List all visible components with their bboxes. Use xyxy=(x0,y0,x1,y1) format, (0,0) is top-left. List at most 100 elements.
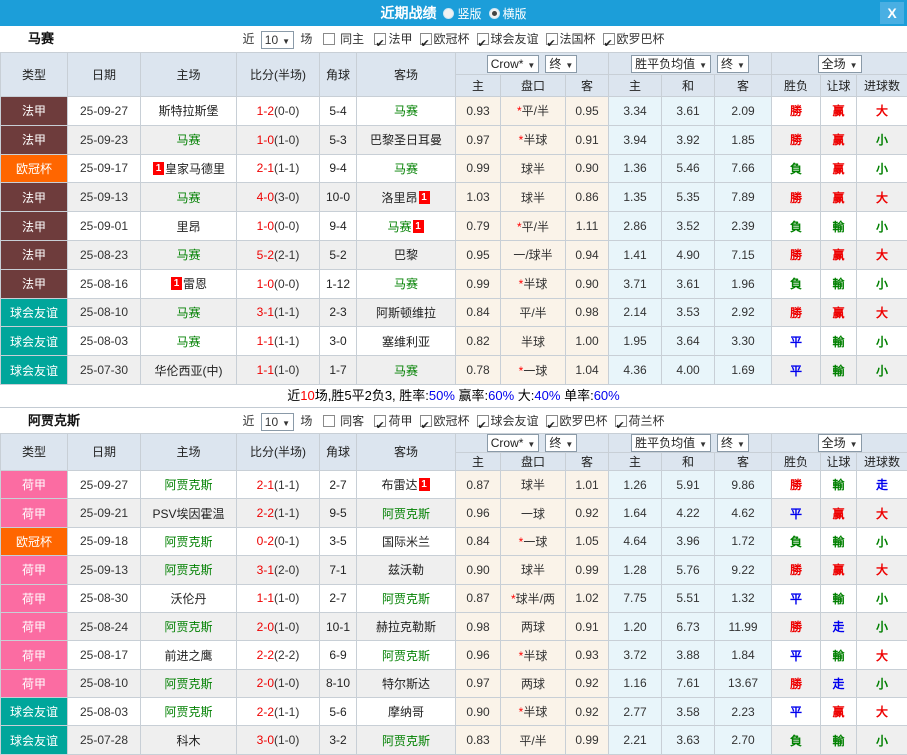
mean-away-odds: 4.62 xyxy=(715,499,772,527)
match-row: 球会友谊25-08-03阿贾克斯2-2(1-1)5-6摩纳哥0.90*半球0.9… xyxy=(1,698,907,726)
type-cell: 荷甲 xyxy=(1,669,68,697)
away-team-cell: 巴黎圣日耳曼 xyxy=(357,125,456,154)
handicap-line: 球半 xyxy=(501,183,566,212)
scope-select[interactable]: 全场▼ xyxy=(818,434,862,452)
mean-select[interactable]: 胜平负均值▼ xyxy=(631,434,711,452)
match-count-select[interactable]: 10▼ xyxy=(261,413,294,431)
mean-away-odds: 1.96 xyxy=(715,269,772,298)
league-checkbox[interactable] xyxy=(420,33,432,45)
fulltime-score: 3-0 xyxy=(257,733,274,747)
layout-radio[interactable] xyxy=(443,8,454,19)
scope-select[interactable]: 全场▼ xyxy=(818,55,862,73)
subcol-mean-draw: 和 xyxy=(662,452,715,470)
league-checkbox-label: 法国杯 xyxy=(560,32,596,46)
mean-home-odds: 1.64 xyxy=(609,499,662,527)
team-label: 阿斯顿维拉 xyxy=(376,306,436,320)
results-table: 类型 日期 主场 比分(半场) 角球 客场 Crow*▼ 终▼ 胜平负均值▼ 终… xyxy=(0,433,907,755)
league-checkbox[interactable] xyxy=(477,33,489,45)
away-team-cell: 布雷达1 xyxy=(357,470,456,498)
layout-radio[interactable] xyxy=(489,8,500,19)
score-cell: 1-1(1-1) xyxy=(237,327,320,356)
bookmaker-select[interactable]: Crow*▼ xyxy=(487,434,540,452)
date-cell: 25-08-24 xyxy=(68,612,141,640)
score-cell: 2-0(1-0) xyxy=(237,612,320,640)
result-handicap: 輸 xyxy=(821,269,857,298)
type-cell: 球会友谊 xyxy=(1,726,68,754)
mean-select[interactable]: 胜平负均值▼ xyxy=(631,55,711,73)
red-card-badge: 1 xyxy=(153,162,164,175)
league-checkbox[interactable] xyxy=(546,415,558,427)
same-venue-checkbox[interactable] xyxy=(323,415,335,427)
final-mean-select[interactable]: 终▼ xyxy=(717,434,749,452)
league-checkbox[interactable] xyxy=(374,33,386,45)
mean-away-odds: 7.15 xyxy=(715,240,772,269)
result-winloss: 負 xyxy=(772,527,821,555)
bookmaker-select[interactable]: Crow*▼ xyxy=(487,55,540,73)
col-away: 客场 xyxy=(357,433,456,470)
col-corner: 角球 xyxy=(320,433,357,470)
matches-label: 场 xyxy=(300,414,312,428)
team-label: 马赛 xyxy=(394,364,418,378)
away-team-cell: 马赛 xyxy=(357,356,456,385)
league-checkbox[interactable] xyxy=(615,415,627,427)
final-mean-select[interactable]: 终▼ xyxy=(717,55,749,73)
league-checkbox[interactable] xyxy=(546,33,558,45)
team-label: 阿贾克斯 xyxy=(164,677,212,691)
team-label: 科木 xyxy=(176,734,200,748)
league-checkbox[interactable] xyxy=(374,415,386,427)
score-cell: 4-0(3-0) xyxy=(237,183,320,212)
subcol-mean-home: 主 xyxy=(609,75,662,97)
result-winloss: 勝 xyxy=(772,612,821,640)
handicap-line: 半球 xyxy=(501,327,566,356)
mean-draw-odds: 3.64 xyxy=(662,327,715,356)
date-cell: 25-09-21 xyxy=(68,499,141,527)
filter-bar: 近 10▼ 场 同主 法甲欧冠杯球会友谊法国杯欧罗巴杯 xyxy=(0,26,907,52)
corner-cell: 5-2 xyxy=(320,240,357,269)
close-button[interactable]: X xyxy=(880,2,904,24)
early-odds-star-icon: * xyxy=(517,104,522,118)
final-odds-select[interactable]: 终▼ xyxy=(545,55,577,73)
handicap-home-odds: 0.93 xyxy=(456,97,501,126)
mean-group-header: 胜平负均值▼ 终▼ xyxy=(609,433,772,452)
halftime-score: (1-0) xyxy=(274,676,299,690)
titlebar: 近期战绩 竖版横版 X xyxy=(0,0,907,26)
summary-segment: 赢率: xyxy=(455,388,488,403)
halftime-score: (0-1) xyxy=(274,534,299,548)
team-label: 斯特拉斯堡 xyxy=(158,104,218,118)
result-handicap: 輸 xyxy=(821,527,857,555)
same-venue-checkbox[interactable] xyxy=(323,33,335,45)
dropdown-arrow-icon: ▼ xyxy=(565,61,573,70)
match-count-select[interactable]: 10▼ xyxy=(261,31,294,49)
team-label: 阿贾克斯 xyxy=(164,478,212,492)
fulltime-score: 1-1 xyxy=(257,363,274,377)
result-winloss: 平 xyxy=(772,356,821,385)
subcol-mean-draw: 和 xyxy=(662,75,715,97)
result-goals: 小 xyxy=(857,327,907,356)
result-goals: 小 xyxy=(857,584,907,612)
match-row: 法甲25-09-27斯特拉斯堡1-2(0-0)5-4马赛0.93*平/半0.95… xyxy=(1,97,907,126)
subcol-handicap-result: 让球 xyxy=(821,452,857,470)
type-cell: 球会友谊 xyxy=(1,356,68,385)
team-label: 马赛 xyxy=(394,162,418,176)
team-label: 巴黎 xyxy=(394,248,418,262)
mean-away-odds: 7.89 xyxy=(715,183,772,212)
league-checkbox[interactable] xyxy=(420,415,432,427)
mean-home-odds: 3.72 xyxy=(609,641,662,669)
handicap-home-odds: 0.95 xyxy=(456,240,501,269)
corner-cell: 8-10 xyxy=(320,669,357,697)
mean-away-odds: 2.92 xyxy=(715,298,772,327)
league-checkbox[interactable] xyxy=(603,33,615,45)
halftime-score: (1-1) xyxy=(274,506,299,520)
early-odds-star-icon: * xyxy=(519,705,524,719)
handicap-home-odds: 0.82 xyxy=(456,327,501,356)
result-goals: 大 xyxy=(857,556,907,584)
team-label: 阿贾克斯 xyxy=(164,620,212,634)
fulltime-score: 5-2 xyxy=(257,248,274,262)
team-label: 里昂 xyxy=(176,220,200,234)
league-checkbox[interactable] xyxy=(477,415,489,427)
summary-segment: 60% xyxy=(488,388,514,403)
fulltime-score: 2-1 xyxy=(257,478,274,492)
subcol-handicap-home: 主 xyxy=(456,452,501,470)
result-goals: 小 xyxy=(857,356,907,385)
score-cell: 2-0(1-0) xyxy=(237,669,320,697)
